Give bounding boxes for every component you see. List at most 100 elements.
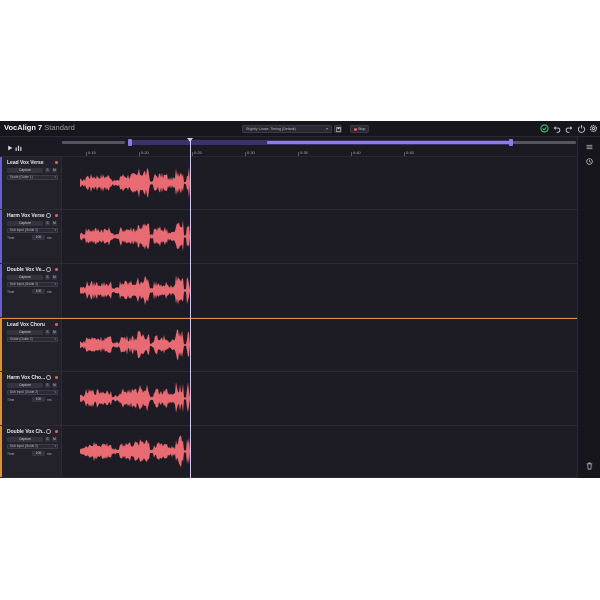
waveform-shape [80, 382, 190, 413]
capture-button[interactable]: Capture [7, 168, 43, 173]
link-icon[interactable] [46, 375, 51, 380]
link-icon[interactable] [46, 267, 51, 272]
mute-button[interactable]: M [52, 437, 57, 442]
track-name[interactable]: Double Vox Ch... [7, 429, 45, 435]
capture-button[interactable]: Capture [7, 437, 43, 442]
track-row: Harm Vox Verse Capture S M Dub Input (Gu… [0, 210, 577, 264]
ruler-tick-label: 0:15 [88, 150, 96, 155]
save-preset-button[interactable] [334, 125, 342, 133]
preset-dropdown[interactable]: Slightly Loose: Timing (Default) ▾ [242, 125, 332, 133]
audio-waveform[interactable] [80, 210, 190, 263]
record-icon[interactable] [55, 376, 58, 379]
solo-button[interactable]: S [45, 437, 50, 442]
guide-dropdown[interactable]: Dub Input (Guide 2) ▾ [7, 390, 58, 395]
redo-icon[interactable] [564, 124, 573, 133]
track-lane[interactable] [62, 372, 577, 425]
ruler-tick-label: 0:45 [406, 150, 414, 155]
track-name[interactable]: Harm Vox Verse [7, 213, 45, 219]
mute-button[interactable]: M [52, 330, 57, 335]
solo-button[interactable]: S [45, 168, 50, 173]
guide-dropdown[interactable]: Dub Input (Guide 1) ▾ [7, 228, 58, 233]
stop-button[interactable]: Stop [350, 125, 369, 133]
ruler-tick [298, 152, 299, 156]
power-icon[interactable] [577, 124, 586, 133]
track-color-accent [0, 372, 2, 425]
guide-label: Dub Input (Guide 1) [10, 228, 38, 232]
record-icon[interactable] [55, 161, 58, 164]
audio-waveform[interactable] [80, 319, 190, 371]
vocalign-window: VocAlign 7 Standard Slightly Loose: Timi… [0, 121, 600, 478]
time-input[interactable]: 100 [32, 397, 45, 402]
capture-button[interactable]: Capture [7, 330, 43, 335]
solo-button[interactable]: S [45, 275, 50, 280]
levels-icon[interactable] [15, 145, 22, 151]
guide-label: Dub Input (Guide 1) [10, 282, 38, 286]
overview-start-handle[interactable] [128, 139, 132, 146]
mute-button[interactable]: M [52, 275, 57, 280]
check-circle-icon[interactable] [540, 124, 549, 133]
right-rail [577, 137, 600, 478]
audio-waveform[interactable] [80, 157, 190, 209]
history-icon[interactable] [586, 158, 593, 165]
solo-button[interactable]: S [45, 221, 50, 226]
playhead[interactable] [190, 141, 191, 478]
chevron-down-icon: ▾ [54, 390, 56, 394]
time-label: Time [7, 236, 15, 240]
audio-waveform[interactable] [80, 426, 190, 477]
track-name[interactable]: Lead Vox Verse [7, 160, 45, 166]
link-icon[interactable] [46, 429, 51, 434]
guide-label: Guide (Guide 2) [10, 337, 33, 341]
guide-dropdown[interactable]: Guide (Guide 1) ▾ [7, 175, 58, 180]
track-header: Lead Vox Verse Capture S M Guide (Guide … [0, 157, 62, 209]
list-icon[interactable] [586, 144, 593, 150]
track-lane[interactable] [62, 210, 577, 263]
undo-icon[interactable] [553, 124, 562, 133]
ruler-tick [404, 152, 405, 156]
track-lane[interactable] [62, 157, 577, 209]
solo-button[interactable]: S [45, 383, 50, 388]
audio-waveform[interactable] [80, 264, 190, 317]
mute-button[interactable]: M [52, 221, 57, 226]
ruler-tick [86, 152, 87, 156]
chevron-down-icon: ▾ [54, 337, 56, 341]
time-label: Time [7, 398, 15, 402]
track-name[interactable]: Lead Vox Chorus [7, 322, 45, 328]
playhead-marker[interactable] [187, 138, 193, 142]
overview-fill [267, 141, 510, 144]
capture-button[interactable]: Capture [7, 221, 43, 226]
track-lane[interactable] [62, 319, 577, 371]
time-label: Time [7, 290, 15, 294]
audio-waveform[interactable] [80, 372, 190, 425]
capture-button[interactable]: Capture [7, 275, 43, 280]
time-ruler[interactable]: 0:15 0:20 0:25 0:30 0:35 0:40 0:45 [62, 146, 577, 157]
track-lane[interactable] [62, 426, 577, 477]
mute-button[interactable]: M [52, 383, 57, 388]
record-icon[interactable] [55, 323, 58, 326]
link-icon[interactable] [46, 213, 51, 218]
mute-button[interactable]: M [52, 168, 57, 173]
time-unit: ms [47, 236, 52, 240]
guide-dropdown[interactable]: Guide (Guide 2) ▾ [7, 337, 58, 342]
guide-dropdown[interactable]: Dub Input (Guide 1) ▾ [7, 282, 58, 287]
guide-dropdown[interactable]: Dub Input (Guide 2) ▾ [7, 444, 58, 449]
play-icon[interactable] [7, 145, 13, 151]
track-lane[interactable] [62, 264, 577, 317]
chevron-down-icon: ▾ [54, 175, 56, 179]
record-icon[interactable] [55, 268, 58, 271]
solo-button[interactable]: S [45, 330, 50, 335]
time-unit: ms [47, 398, 52, 402]
track-header: Double Vox Ch... Capture S M Dub Input (… [0, 426, 62, 477]
record-icon[interactable] [55, 430, 58, 433]
time-input[interactable]: 100 [32, 451, 45, 456]
track-name[interactable]: Double Vox Ve... [7, 267, 45, 273]
overview-end-handle[interactable] [509, 139, 513, 146]
trash-icon[interactable] [586, 462, 593, 470]
time-input[interactable]: 100 [32, 235, 45, 240]
track-row: Double Vox Ch... Capture S M Dub Input (… [0, 426, 577, 478]
record-icon[interactable] [55, 214, 58, 217]
settings-icon[interactable] [589, 124, 598, 133]
time-input[interactable]: 100 [32, 289, 45, 294]
capture-button[interactable]: Capture [7, 383, 43, 388]
track-name[interactable]: Harm Vox Cho... [7, 375, 45, 381]
app-title: VocAlign 7 Standard [4, 123, 75, 132]
